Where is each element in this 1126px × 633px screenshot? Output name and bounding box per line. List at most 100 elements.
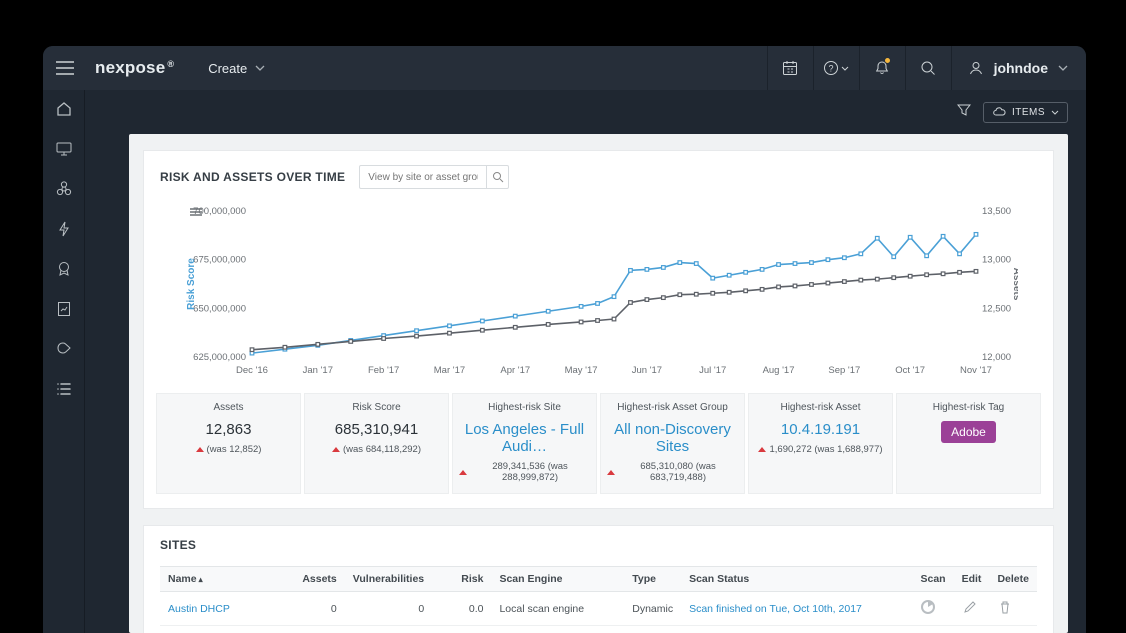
chevron-down-icon: [1058, 65, 1068, 71]
data-point: [842, 280, 846, 284]
status-cell[interactable]: Scheduled scan finished on Fri, Nov 3rd,…: [681, 626, 912, 633]
nav-policies[interactable]: [55, 220, 73, 238]
delete-action[interactable]: [989, 592, 1037, 626]
status-cell[interactable]: Scan finished on Tue, Oct 10th, 2017: [681, 592, 912, 626]
svg-text:Mar '17: Mar '17: [433, 365, 464, 376]
nav-tickets[interactable]: [55, 260, 73, 278]
nav-assets[interactable]: [55, 140, 73, 158]
site-search-input[interactable]: [360, 172, 486, 183]
site-name-cell[interactable]: Austin DHCP: [160, 592, 282, 626]
data-point: [414, 329, 418, 333]
assets-cell: 0: [282, 592, 345, 626]
data-point: [974, 270, 978, 274]
nav-home[interactable]: [55, 100, 73, 118]
stat-label: Highest-risk Site: [459, 402, 590, 413]
data-point: [859, 252, 863, 256]
data-point: [612, 295, 616, 299]
risk-cell: 0.0: [432, 592, 491, 626]
data-point: [957, 252, 961, 256]
notifications-button[interactable]: [859, 46, 905, 90]
calendar-button[interactable]: [767, 46, 813, 90]
nav-vulnerabilities[interactable]: [55, 180, 73, 198]
svg-text:Sep '17: Sep '17: [828, 365, 860, 376]
data-point: [480, 328, 484, 332]
search-button[interactable]: [905, 46, 951, 90]
data-point: [645, 268, 649, 272]
stat-value[interactable]: Los Angeles - Full Audi…: [459, 421, 590, 455]
svg-text:Jan '17: Jan '17: [302, 365, 332, 376]
svg-text:625,000,000: 625,000,000: [193, 352, 246, 363]
sub-toolbar: ITEMS: [85, 90, 1086, 134]
data-point: [875, 236, 879, 240]
create-menu[interactable]: Create: [194, 46, 279, 90]
vulns-cell: 0: [345, 592, 432, 626]
stat-value[interactable]: All non-Discovery Sites: [607, 421, 738, 455]
data-point: [760, 268, 764, 272]
stat-label: Highest-risk Asset: [755, 402, 886, 413]
delete-action[interactable]: [989, 626, 1037, 633]
engine-cell: Local scan engine: [491, 592, 624, 626]
left-axis-title: Risk Score: [186, 258, 197, 310]
stat-delta: 1,690,272 (was 1,688,977): [755, 444, 886, 455]
stat-value[interactable]: 10.4.19.191: [755, 421, 886, 438]
right-axis-title: Assets: [1011, 268, 1018, 301]
col-vulnerabilities[interactable]: Vulnerabilities: [345, 567, 432, 592]
scan-icon: [920, 599, 936, 615]
stat-5: Highest-risk TagAdobe: [896, 393, 1041, 494]
svg-text:Apr '17: Apr '17: [500, 365, 530, 376]
svg-text:Jul '17: Jul '17: [699, 365, 726, 376]
stat-delta: (was 684,118,292): [311, 444, 442, 455]
edit-action[interactable]: [954, 592, 990, 626]
content-area: RISK AND ASSETS OVER TIME 625,000,000650…: [129, 134, 1068, 633]
scan-action[interactable]: [912, 592, 953, 626]
table-row: Austin DHCP000.0Local scan engineDynamic…: [160, 592, 1037, 626]
col-type[interactable]: Type: [624, 567, 681, 592]
site-search-button[interactable]: [486, 166, 508, 188]
hamburger-icon: [56, 61, 74, 75]
col-risk[interactable]: Risk: [432, 567, 491, 592]
data-point: [891, 276, 895, 280]
col-scan-engine[interactable]: Scan Engine: [491, 567, 624, 592]
chevron-down-icon: [1051, 110, 1059, 115]
brand-logo: nexpose®: [95, 58, 174, 78]
data-point: [727, 290, 731, 294]
data-point: [661, 266, 665, 270]
data-point: [612, 317, 616, 321]
col-scan-status[interactable]: Scan Status: [681, 567, 912, 592]
nav-tags[interactable]: [55, 340, 73, 358]
col-scan[interactable]: Scan: [912, 567, 953, 592]
filter-icon: [957, 103, 971, 117]
data-point: [546, 323, 550, 327]
items-dropdown[interactable]: ITEMS: [983, 102, 1068, 123]
nav-admin[interactable]: [55, 380, 73, 398]
report-icon: [55, 300, 73, 318]
stat-delta: 685,310,080 (was 683,719,488): [607, 461, 738, 483]
svg-text:675,000,000: 675,000,000: [193, 255, 246, 266]
user-menu[interactable]: johndoe: [951, 46, 1086, 90]
data-point: [941, 235, 945, 239]
edit-action[interactable]: [954, 626, 990, 633]
data-point: [710, 276, 714, 280]
col-delete[interactable]: Delete: [989, 567, 1037, 592]
stat-value: 685,310,941: [311, 421, 442, 438]
user-name: johndoe: [994, 60, 1048, 76]
col-assets[interactable]: Assets: [282, 567, 345, 592]
risk-assets-chart: 625,000,000650,000,000675,000,000700,000…: [180, 203, 1018, 379]
data-point: [842, 256, 846, 260]
data-point: [513, 314, 517, 318]
col-name[interactable]: Name▴: [160, 567, 282, 592]
site-name-cell[interactable]: AWS: [160, 626, 282, 633]
scan-action[interactable]: [912, 626, 953, 633]
data-point: [776, 285, 780, 289]
data-point: [875, 277, 879, 281]
up-arrow-icon: [332, 447, 340, 452]
nav-reports[interactable]: [55, 300, 73, 318]
data-point: [447, 324, 451, 328]
stat-tag[interactable]: Adobe: [941, 421, 996, 443]
menu-toggle[interactable]: [43, 61, 87, 75]
col-edit[interactable]: Edit: [954, 567, 990, 592]
stat-value: 12,863: [163, 421, 294, 438]
help-button[interactable]: ?: [813, 46, 859, 90]
data-point: [924, 273, 928, 277]
filter-button[interactable]: [957, 103, 971, 122]
